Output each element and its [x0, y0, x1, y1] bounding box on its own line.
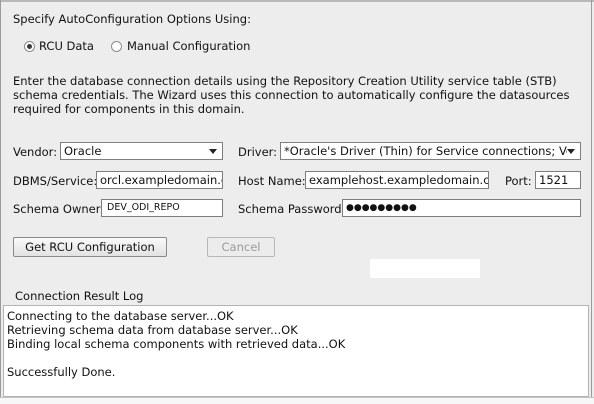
description-text: Enter the database connection details us… — [13, 74, 570, 116]
window-left-edge — [0, 0, 1, 403]
cancel-button[interactable]: Cancel — [207, 237, 275, 257]
connection-result-log-title: Connection Result Log — [15, 289, 144, 303]
radio-manual-configuration[interactable]: Manual Configuration — [111, 39, 251, 55]
dbms-service-label: DBMS/Service: — [13, 174, 98, 188]
radio-manual-configuration-label: Manual Configuration — [127, 39, 251, 53]
chevron-down-icon[interactable] — [209, 148, 217, 154]
schema-owner-label: Schema Owner: — [13, 202, 105, 216]
section-title: Specify AutoConfiguration Options Using: — [13, 12, 251, 26]
get-rcu-configuration-button[interactable]: Get RCU Configuration — [13, 237, 167, 257]
log-line: Successfully Done. — [7, 365, 116, 379]
connection-result-log[interactable]: Connecting to the database server...OK R… — [3, 305, 589, 397]
radio-button-checked-icon[interactable] — [24, 41, 35, 52]
host-name-label: Host Name: — [238, 174, 306, 188]
port-label: Port: — [505, 174, 532, 188]
chevron-down-icon[interactable] — [567, 148, 575, 154]
blank-area — [370, 259, 480, 278]
driver-label: Driver: — [238, 145, 278, 159]
log-line: Retrieving schema data from database ser… — [7, 323, 298, 337]
radio-button-unchecked-icon[interactable] — [111, 41, 122, 52]
schema-owner-input[interactable]: DEV_ODI_REPO — [101, 199, 223, 217]
schema-password-input[interactable]: ●●●●●●●●● — [342, 199, 581, 217]
vendor-select[interactable]: Oracle — [60, 142, 223, 160]
log-line: Binding local schema components with ret… — [7, 337, 346, 351]
host-name-input[interactable]: examplehost.exampledomain.com — [305, 171, 489, 189]
driver-select[interactable]: *Oracle's Driver (Thin) for Service conn… — [280, 142, 581, 160]
schema-password-label: Schema Password: — [238, 202, 346, 216]
radio-rcu-data-label: RCU Data — [39, 39, 94, 53]
dbms-service-input[interactable]: orcl.exampledomain.com — [96, 171, 223, 189]
vendor-label: Vendor: — [13, 145, 58, 159]
driver-select-value: *Oracle's Driver (Thin) for Service conn… — [284, 144, 567, 158]
radio-rcu-data[interactable]: RCU Data — [24, 39, 124, 55]
vendor-select-value: Oracle — [64, 144, 102, 158]
port-input[interactable]: 1521 — [535, 171, 581, 189]
log-line: Connecting to the database server...OK — [7, 309, 234, 323]
window-top-edge — [0, 0, 594, 2]
window-right-edge — [591, 0, 592, 403]
